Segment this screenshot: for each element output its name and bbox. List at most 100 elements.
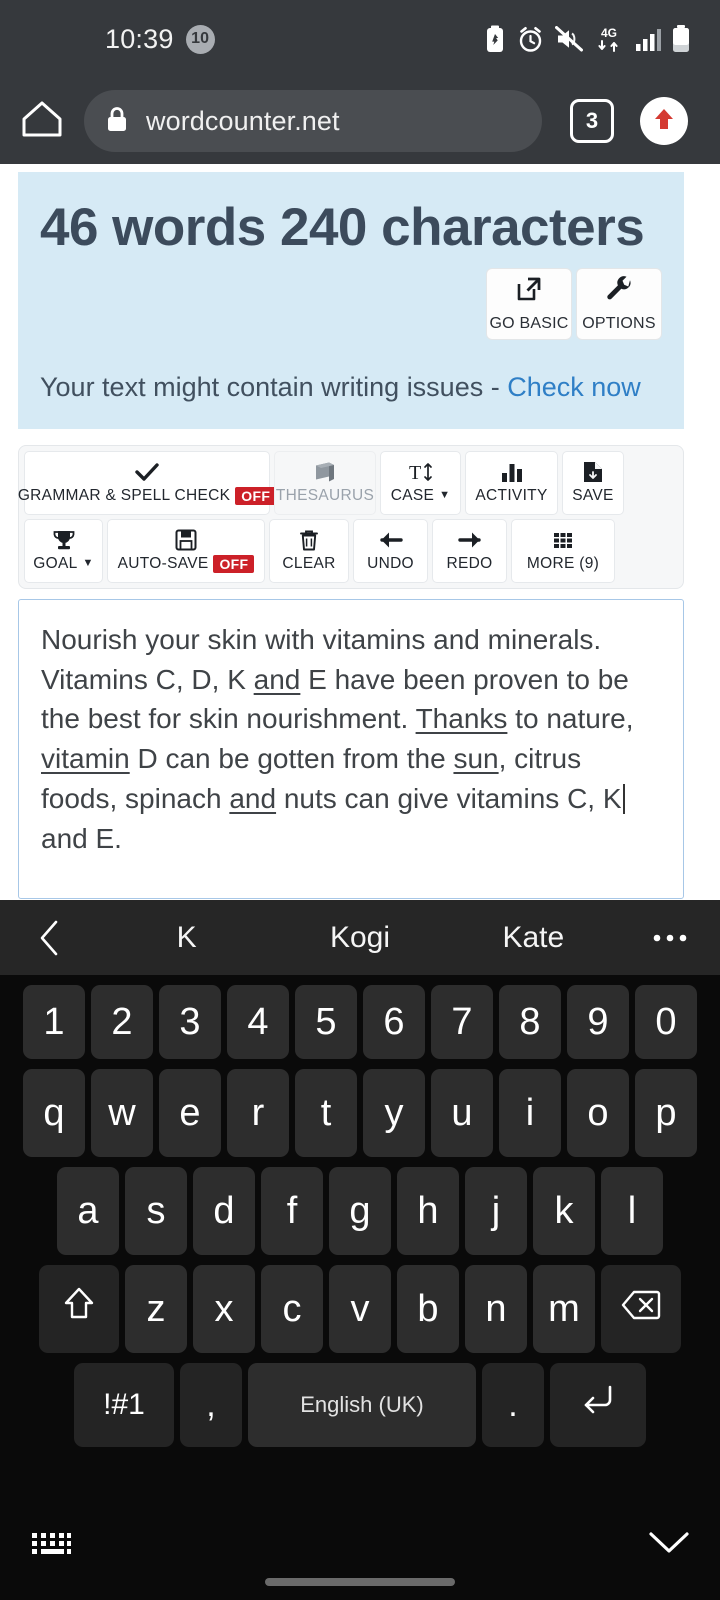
key-s[interactable]: s (125, 1167, 187, 1255)
auto-save-label-text: AUTO-SAVE (117, 554, 209, 572)
goal-button[interactable]: GOAL ▼ (24, 518, 103, 583)
home-button[interactable] (0, 99, 84, 144)
status-bar: 10:39 10 4G (0, 0, 720, 78)
key-x[interactable]: x (193, 1265, 255, 1353)
suggestion-bar: K Kogi Kate (0, 900, 720, 975)
key-k[interactable]: k (533, 1167, 595, 1255)
key-j[interactable]: j (465, 1167, 527, 1255)
key-w[interactable]: w (91, 1069, 153, 1157)
space-key[interactable]: English (UK) (248, 1363, 476, 1447)
keyboard-bottom-bar (0, 1490, 720, 1600)
key-o[interactable]: o (567, 1069, 629, 1157)
key-f[interactable]: f (261, 1167, 323, 1255)
tab-switcher-button[interactable]: 3 (570, 99, 614, 143)
upload-arrow-icon (649, 104, 679, 139)
auto-save-button[interactable]: AUTO-SAVE OFF (107, 518, 265, 583)
suggestion-3[interactable]: Kate (447, 921, 620, 955)
comma-key[interactable]: , (180, 1363, 242, 1447)
key-a[interactable]: a (57, 1167, 119, 1255)
more-button[interactable]: MORE (9) (511, 518, 615, 583)
keyboard-row-asdf: asdfghjkl (4, 1167, 716, 1255)
key-v[interactable]: v (329, 1265, 391, 1353)
key-m[interactable]: m (533, 1265, 595, 1353)
key-g[interactable]: g (329, 1167, 391, 1255)
thesaurus-button[interactable]: THESAURUS (274, 450, 376, 515)
suggestion-1[interactable]: K (100, 921, 273, 955)
case-label: CASE ▼ (391, 487, 451, 505)
case-button[interactable]: T CASE ▼ (380, 450, 461, 515)
editor-text-run: D can be gotten from the (129, 743, 454, 775)
key-0[interactable]: 0 (635, 985, 697, 1059)
arrow-right-icon (457, 529, 482, 551)
enter-key[interactable] (550, 1363, 646, 1447)
key-y[interactable]: y (363, 1069, 425, 1157)
key-8[interactable]: 8 (499, 985, 561, 1059)
tab-count: 3 (585, 108, 599, 133)
redo-button[interactable]: REDO (432, 518, 507, 583)
key-d[interactable]: d (193, 1167, 255, 1255)
grammar-suggestion-word[interactable]: sun (453, 743, 498, 774)
undo-button[interactable]: UNDO (353, 518, 428, 583)
switch-keyboard-button[interactable] (30, 1529, 72, 1562)
key-2[interactable]: 2 (91, 985, 153, 1059)
symbols-key[interactable]: !#1 (74, 1363, 174, 1447)
gesture-nav-handle[interactable] (265, 1578, 455, 1586)
writing-issues-notice: Your text might contain writing issues -… (40, 372, 662, 403)
key-e[interactable]: e (159, 1069, 221, 1157)
keyboard-row-qwerty: qwertyuiop (4, 1069, 716, 1157)
key-5[interactable]: 5 (295, 985, 357, 1059)
key-4[interactable]: 4 (227, 985, 289, 1059)
word-count-panel: 46 words 240 characters GO BASIC OPTIONS… (18, 172, 684, 429)
hide-keyboard-button[interactable] (648, 1530, 690, 1561)
browser-toolbar: wordcounter.net 3 (0, 78, 720, 164)
backspace-key[interactable] (601, 1265, 681, 1353)
grammar-suggestion-word[interactable]: vitamin (41, 743, 130, 774)
go-basic-button[interactable]: GO BASIC (486, 267, 572, 340)
grammar-suggestion-word[interactable]: Thanks (416, 703, 508, 734)
url-bar[interactable]: wordcounter.net (84, 90, 542, 152)
text-cursor (622, 783, 625, 814)
network-4g-icon: 4G (594, 25, 624, 53)
key-u[interactable]: u (431, 1069, 493, 1157)
overflow-dots-icon[interactable] (620, 932, 720, 944)
shift-key[interactable] (39, 1265, 119, 1353)
chevron-left-icon[interactable] (0, 919, 100, 957)
case-label-text: CASE (390, 486, 435, 504)
save-label: SAVE (572, 486, 614, 504)
undo-label: UNDO (367, 554, 414, 572)
period-key[interactable]: . (482, 1363, 544, 1447)
editor-text-content: Nourish your skin with vitamins and mine… (41, 624, 634, 854)
key-i[interactable]: i (499, 1069, 561, 1157)
key-b[interactable]: b (397, 1265, 459, 1353)
svg-text:T: T (409, 462, 421, 483)
activity-button[interactable]: ACTIVITY (465, 450, 558, 515)
key-q[interactable]: q (23, 1069, 85, 1157)
key-7[interactable]: 7 (431, 985, 493, 1059)
key-h[interactable]: h (397, 1167, 459, 1255)
grammar-spell-check-button[interactable]: GRAMMAR & SPELL CHECK OFF (18, 450, 277, 515)
key-6[interactable]: 6 (363, 985, 425, 1059)
upload-arrow-button[interactable] (640, 97, 688, 145)
key-p[interactable]: p (635, 1069, 697, 1157)
keyboard-rows: 1234567890 qwertyuiop asdfghjkl zxcvbnm … (0, 975, 720, 1447)
grammar-suggestion-word[interactable]: and (254, 664, 301, 695)
grammar-suggestion-word[interactable]: and (229, 783, 276, 814)
key-l[interactable]: l (601, 1167, 663, 1255)
check-now-link[interactable]: Check now (507, 372, 641, 402)
clear-button[interactable]: CLEAR (269, 518, 349, 583)
enter-return-icon (578, 1383, 618, 1427)
text-editor-textarea[interactable]: Nourish your skin with vitamins and mine… (18, 598, 684, 899)
battery-saver-icon (484, 25, 506, 53)
key-z[interactable]: z (125, 1265, 187, 1353)
key-t[interactable]: t (295, 1069, 357, 1157)
key-1[interactable]: 1 (23, 985, 85, 1059)
key-r[interactable]: r (227, 1069, 289, 1157)
go-basic-label: GO BASIC (489, 314, 569, 332)
key-n[interactable]: n (465, 1265, 527, 1353)
suggestion-2[interactable]: Kogi (273, 921, 446, 955)
key-c[interactable]: c (261, 1265, 323, 1353)
options-button[interactable]: OPTIONS (576, 267, 662, 340)
save-button[interactable]: SAVE (562, 450, 624, 515)
key-9[interactable]: 9 (567, 985, 629, 1059)
key-3[interactable]: 3 (159, 985, 221, 1059)
